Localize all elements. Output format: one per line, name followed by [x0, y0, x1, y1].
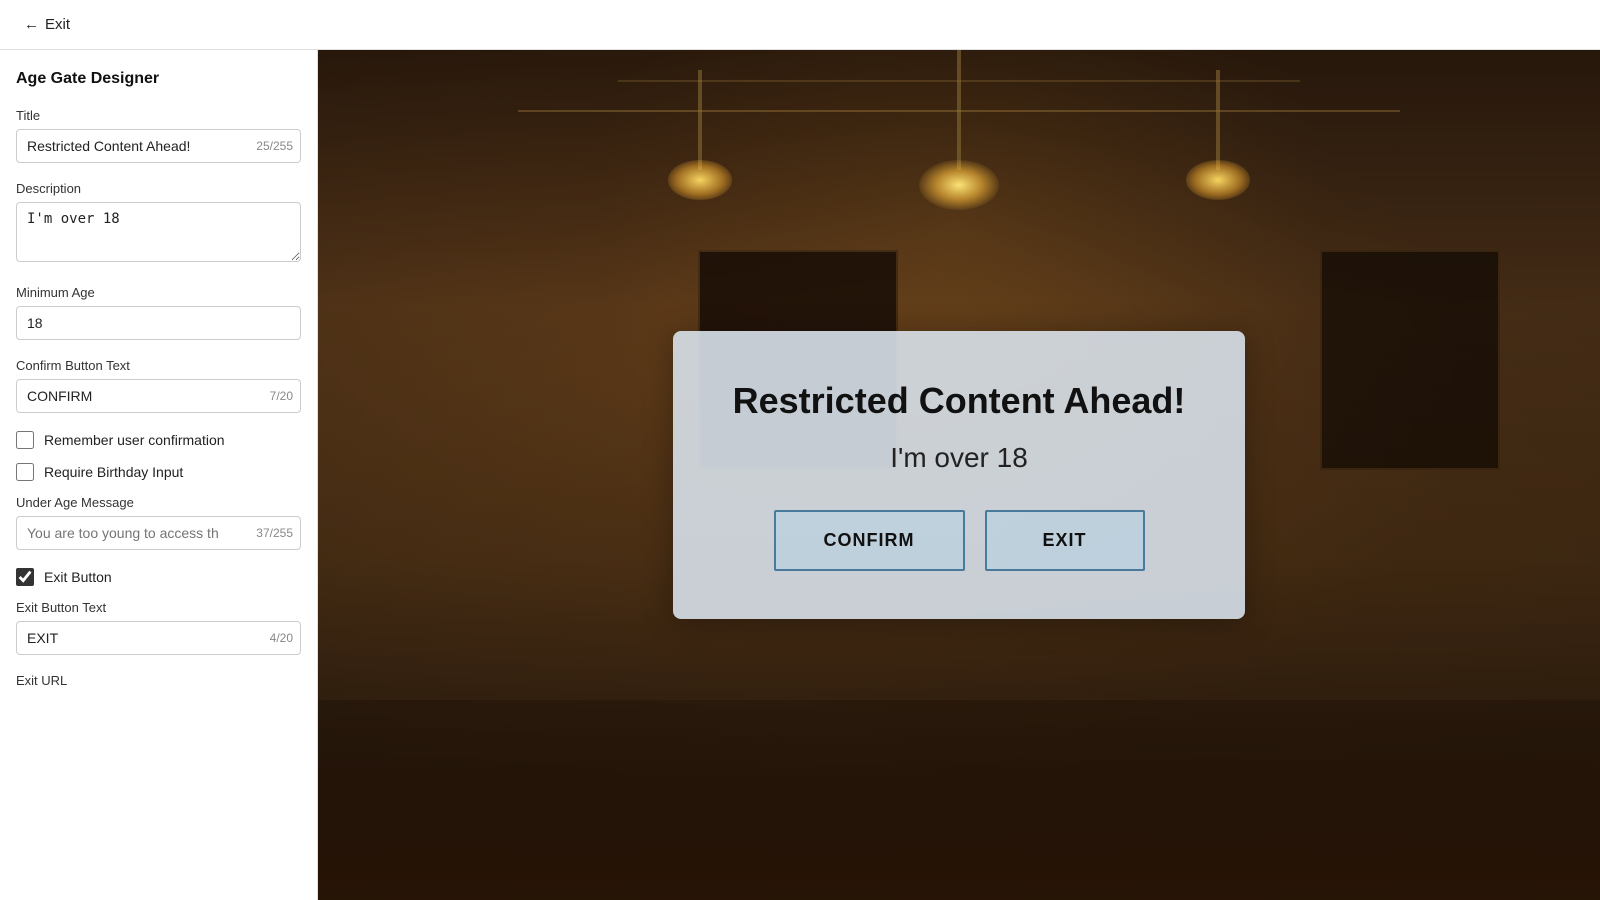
min-age-input-wrap: [16, 306, 301, 340]
remember-user-label: Remember user confirmation: [44, 432, 225, 448]
exit-button-row: Exit Button: [16, 568, 301, 586]
confirm-btn-text-label: Confirm Button Text: [16, 358, 301, 373]
title-input-wrap: 25/255: [16, 129, 301, 163]
modal-confirm-button[interactable]: CONFIRM: [774, 510, 965, 571]
require-birthday-row: Require Birthday Input: [16, 463, 301, 481]
exit-btn-text-input-wrap: 4/20: [16, 621, 301, 655]
exit-button-checkbox[interactable]: [16, 568, 34, 586]
min-age-label: Minimum Age: [16, 285, 301, 300]
modal-buttons: CONFIRM EXIT: [733, 510, 1186, 571]
pendant-light-left: [668, 160, 732, 200]
exit-icon: ←: [24, 16, 39, 33]
confirm-btn-text-input-wrap: 7/20: [16, 379, 301, 413]
modal-title: Restricted Content Ahead!: [733, 379, 1186, 422]
pendant-wire-left: [698, 70, 702, 170]
exit-button[interactable]: ← Exit: [16, 12, 78, 37]
confirm-btn-text-input[interactable]: [16, 379, 301, 413]
exit-url-field-group: Exit URL: [16, 673, 301, 688]
exit-btn-text-input[interactable]: [16, 621, 301, 655]
title-field-group: Title 25/255: [16, 108, 301, 163]
under-age-input-wrap: 37/255: [16, 516, 301, 550]
remember-user-checkbox[interactable]: [16, 431, 34, 449]
under-age-label: Under Age Message: [16, 495, 301, 510]
top-bar: ← Exit: [0, 0, 1600, 50]
age-gate-modal: Restricted Content Ahead! I'm over 18 CO…: [673, 331, 1246, 619]
preview-area: Restricted Content Ahead! I'm over 18 CO…: [318, 50, 1600, 900]
sidebar: Age Gate Designer Title 25/255 Descripti…: [0, 50, 318, 900]
bar-counter: [318, 700, 1600, 900]
menu-board-right: [1320, 250, 1500, 470]
pendant-wire-center: [957, 50, 961, 170]
title-label: Title: [16, 108, 301, 123]
under-age-char-count: 37/255: [256, 526, 293, 540]
modal-description: I'm over 18: [733, 442, 1186, 474]
exit-button-label: Exit Button: [44, 569, 112, 585]
min-age-input[interactable]: [16, 306, 301, 340]
exit-btn-text-label: Exit Button Text: [16, 600, 301, 615]
description-input[interactable]: I'm over 18: [16, 202, 301, 262]
preview-background: Restricted Content Ahead! I'm over 18 CO…: [318, 50, 1600, 900]
pendant-wire-right: [1216, 70, 1220, 170]
require-birthday-label: Require Birthday Input: [44, 464, 183, 480]
description-label: Description: [16, 181, 301, 196]
sidebar-title: Age Gate Designer: [16, 70, 301, 88]
exit-btn-text-field-group: Exit Button Text 4/20: [16, 600, 301, 655]
require-birthday-checkbox[interactable]: [16, 463, 34, 481]
exit-url-label: Exit URL: [16, 673, 301, 688]
confirm-btn-char-count: 7/20: [270, 389, 293, 403]
title-char-count: 25/255: [256, 139, 293, 153]
pendant-light-right: [1186, 160, 1250, 200]
modal-exit-button[interactable]: EXIT: [985, 510, 1145, 571]
exit-btn-char-count: 4/20: [270, 631, 293, 645]
description-field-group: Description I'm over 18: [16, 181, 301, 267]
confirm-btn-text-field-group: Confirm Button Text 7/20: [16, 358, 301, 413]
exit-label: Exit: [45, 16, 70, 33]
under-age-field-group: Under Age Message 37/255: [16, 495, 301, 550]
min-age-field-group: Minimum Age: [16, 285, 301, 340]
main-layout: Age Gate Designer Title 25/255 Descripti…: [0, 50, 1600, 900]
pendant-light-center: [919, 160, 999, 210]
remember-user-row: Remember user confirmation: [16, 431, 301, 449]
